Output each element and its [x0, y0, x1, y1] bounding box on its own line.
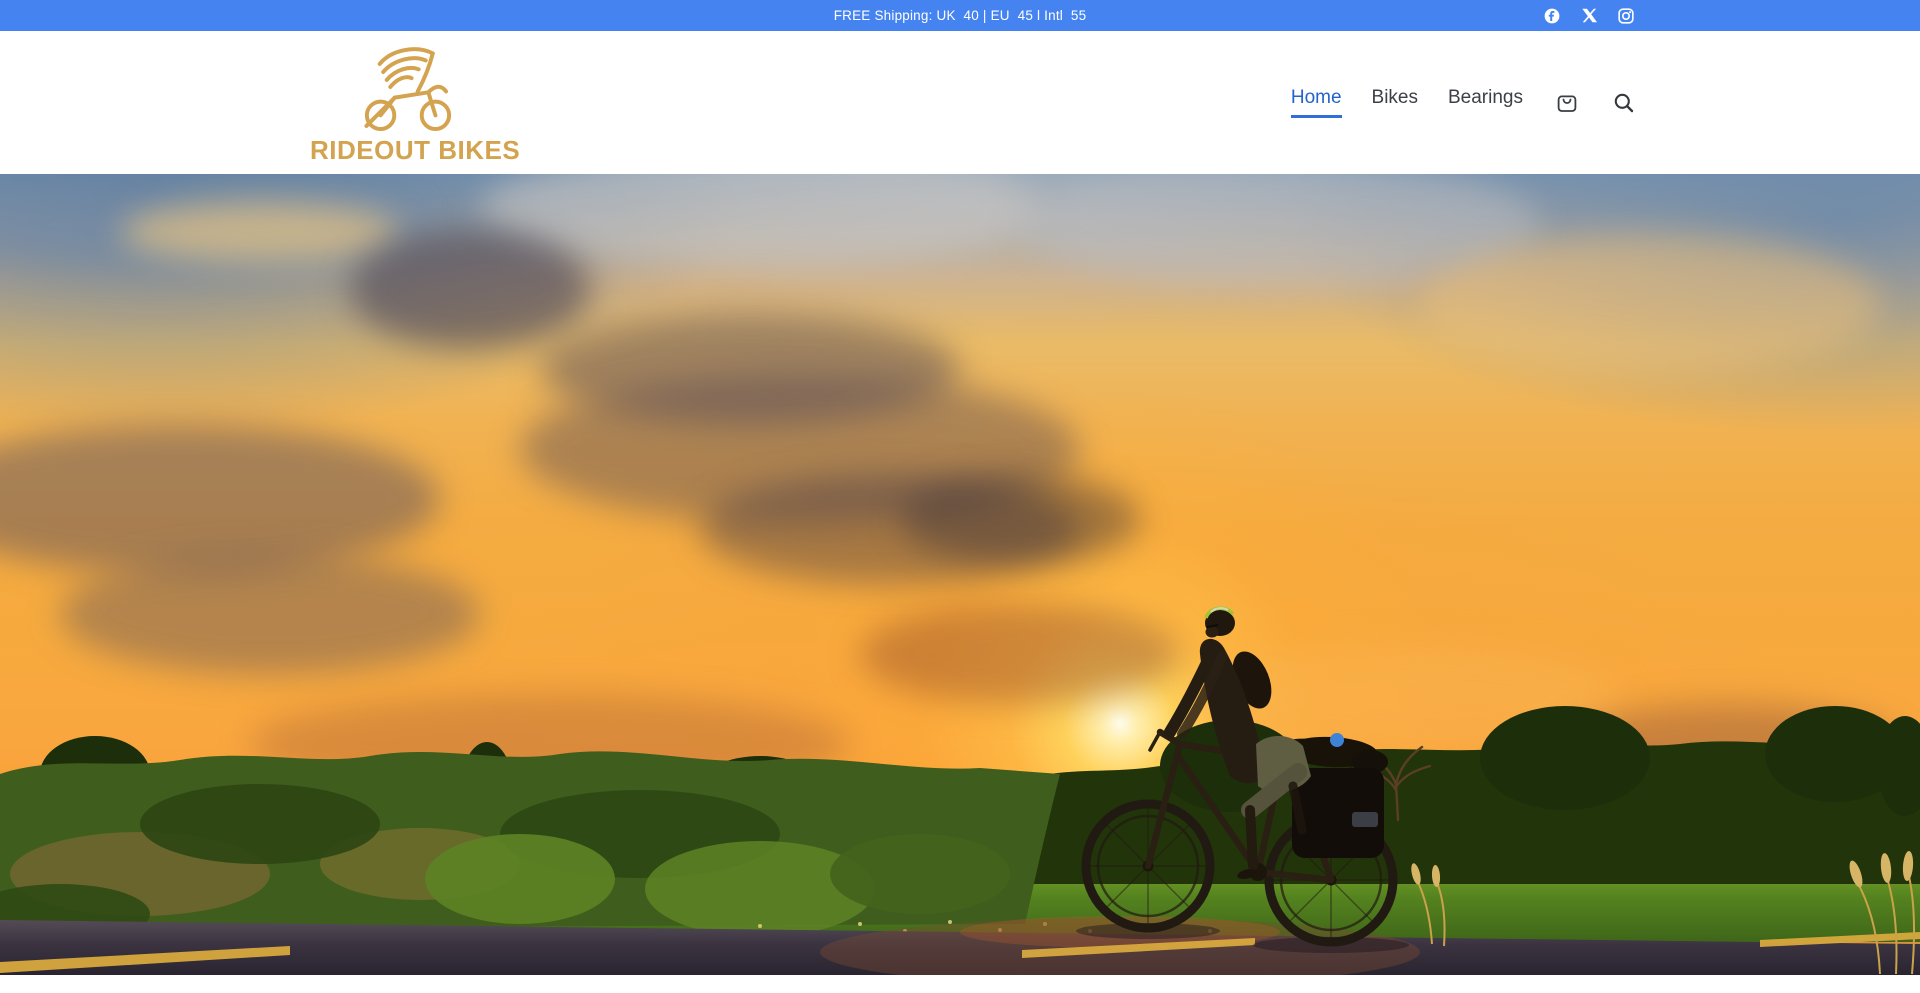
facebook-icon [1544, 8, 1560, 24]
foreground-bushes [0, 751, 1060, 944]
cart-button[interactable] [1553, 91, 1581, 115]
instagram-link[interactable] [1618, 8, 1634, 24]
instagram-icon [1618, 8, 1634, 24]
cart-icon [1555, 91, 1579, 115]
x-icon [1582, 8, 1597, 23]
site-header: RIDEOUT BIKES Home Bikes Bearings [0, 31, 1920, 174]
nav-link-bearings[interactable]: Bearings [1448, 87, 1523, 118]
announcement-bar: FREE Shipping: UK 40 | EU 45 l Intl 55 [0, 0, 1920, 31]
search-icon [1613, 92, 1635, 114]
nav-link-home[interactable]: Home [1291, 87, 1342, 118]
main-nav: Home Bikes Bearings [1291, 31, 1637, 174]
hero-image [0, 174, 1920, 975]
brand-name: RIDEOUT BIKES [310, 135, 506, 166]
brand-logo[interactable]: RIDEOUT BIKES [310, 41, 506, 166]
x-twitter-link[interactable] [1581, 8, 1597, 24]
social-links [1544, 0, 1634, 31]
winged-bicycle-logo-icon [348, 41, 468, 133]
facebook-link[interactable] [1544, 8, 1560, 24]
search-button[interactable] [1611, 92, 1637, 114]
hero-scene [0, 174, 1920, 975]
nav-link-bikes[interactable]: Bikes [1372, 87, 1418, 118]
